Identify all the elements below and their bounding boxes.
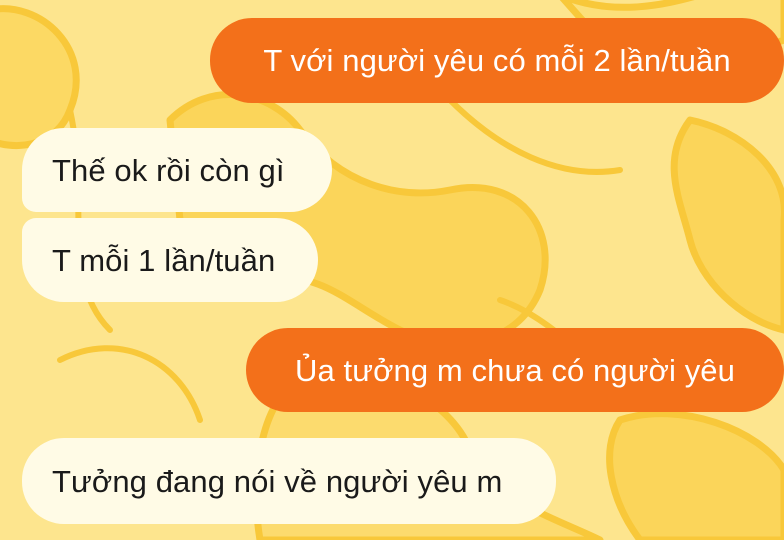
outgoing-message-bubble[interactable]: Ủa tưởng m chưa có người yêu: [246, 328, 784, 412]
outgoing-message-bubble[interactable]: T với người yêu có mỗi 2 lần/tuần: [210, 18, 784, 103]
incoming-message-bubble[interactable]: Tưởng đang nói về người yêu m: [22, 438, 556, 524]
chat-thread: T với người yêu có mỗi 2 lần/tuần Thế ok…: [0, 0, 784, 540]
message-text: Ủa tưởng m chưa có người yêu: [294, 352, 735, 388]
message-text: Tưởng đang nói về người yêu m: [52, 463, 503, 499]
incoming-message-bubble[interactable]: T mỗi 1 lần/tuần: [22, 218, 318, 302]
message-text: T với người yêu có mỗi 2 lần/tuần: [263, 43, 731, 78]
incoming-message-bubble[interactable]: Thế ok rồi còn gì: [22, 128, 332, 212]
message-text: Thế ok rồi còn gì: [52, 152, 285, 188]
message-text: T mỗi 1 lần/tuần: [52, 242, 276, 278]
